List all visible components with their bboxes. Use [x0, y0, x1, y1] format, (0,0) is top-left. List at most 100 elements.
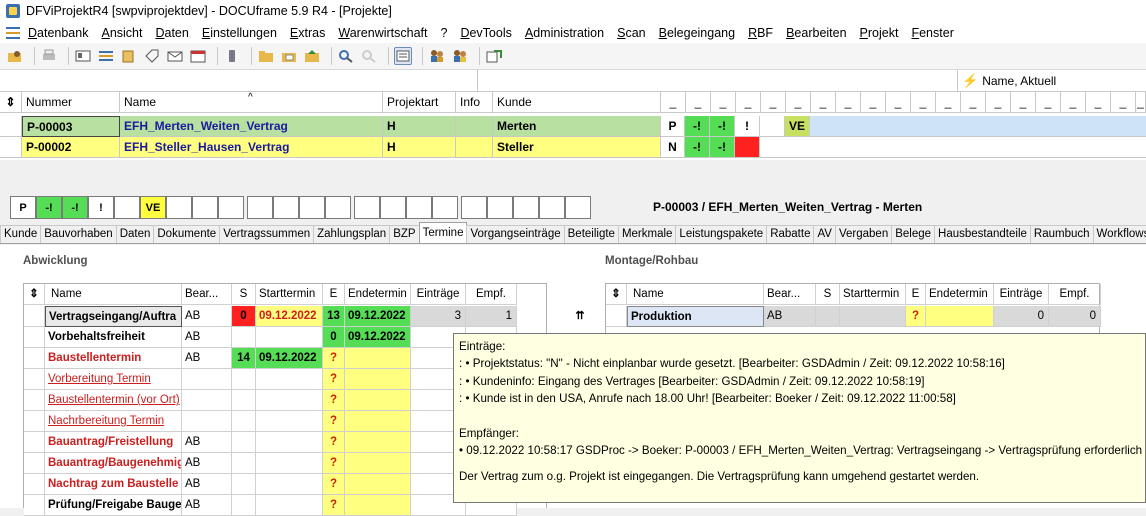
menu-belegeingang[interactable]: Belegeingang	[659, 26, 735, 40]
row-name[interactable]: Vorbereitung Termin	[45, 369, 182, 390]
print-icon[interactable]	[40, 47, 58, 65]
row-bearbeiter[interactable]	[182, 390, 232, 411]
row-status-2[interactable]: -!	[685, 137, 710, 158]
row-bearbeiter[interactable]: AB	[182, 495, 232, 516]
col-header-endetermin[interactable]: Endetermin	[926, 284, 994, 305]
status-box[interactable]	[247, 196, 273, 219]
row-status-3[interactable]: -!	[710, 137, 735, 158]
layout-icon[interactable]	[394, 47, 412, 65]
row-e[interactable]: ?	[323, 411, 345, 432]
col-header-starttermin[interactable]: Starttermin	[256, 284, 323, 305]
status-box[interactable]	[325, 196, 351, 219]
tab-vertragssummen[interactable]: Vertragssummen	[219, 225, 315, 243]
col-header-starttermin[interactable]: Starttermin	[840, 284, 906, 305]
status-column-header[interactable]: _	[786, 92, 811, 113]
menu-administration[interactable]: Administration	[525, 26, 604, 40]
row-end[interactable]	[345, 411, 411, 432]
row-start[interactable]	[256, 453, 323, 474]
row-name[interactable]: Bauantrag/Baugenehmig	[45, 453, 182, 474]
col-header-name[interactable]: Name	[45, 284, 182, 305]
tab-termine[interactable]: Termine	[418, 222, 468, 243]
table-sort-toggle[interactable]: ⇕	[24, 284, 45, 305]
status-box[interactable]: !	[88, 196, 114, 219]
row-bearbeiter[interactable]: AB	[182, 348, 232, 369]
row-s[interactable]	[232, 369, 256, 390]
col-header-endetermin[interactable]: Endetermin	[345, 284, 411, 305]
folder-person-icon[interactable]	[6, 47, 24, 65]
row-eintraege[interactable]: 3	[411, 306, 466, 327]
row-empf[interactable]: 0	[1049, 306, 1101, 327]
col-header-e[interactable]: E	[906, 284, 926, 305]
row-start[interactable]: 09.12.2022	[256, 348, 323, 369]
status-column-header[interactable]: _	[686, 92, 711, 113]
menu-ansicht[interactable]: Ansicht	[101, 26, 142, 40]
row-name[interactable]: Prüfung/Freigabe Bauge	[45, 495, 182, 516]
tab-bzp[interactable]: BZP	[389, 225, 420, 243]
status-column-header[interactable]: _	[736, 92, 761, 113]
row-end[interactable]	[345, 390, 411, 411]
col-header-bearbeiter[interactable]: Bear...	[764, 284, 816, 305]
row-selector[interactable]	[24, 390, 45, 411]
menu-rbf[interactable]: RBF	[748, 26, 773, 40]
status-column-header[interactable]: _	[1011, 92, 1036, 113]
row-end[interactable]	[345, 369, 411, 390]
status-box[interactable]: P	[10, 196, 36, 219]
status-box[interactable]	[539, 196, 565, 219]
card-icon[interactable]	[74, 47, 92, 65]
row-selector[interactable]	[24, 306, 45, 327]
row-e[interactable]: ?	[323, 453, 345, 474]
row-start[interactable]	[256, 390, 323, 411]
row-e[interactable]: ?	[323, 390, 345, 411]
tab-dokumente[interactable]: Dokumente	[153, 225, 221, 243]
tab-av[interactable]: AV	[813, 225, 836, 243]
row-bearbeiter[interactable]: AB	[182, 453, 232, 474]
row-empf[interactable]: 1	[466, 306, 517, 327]
row-s[interactable]: 14	[232, 348, 256, 369]
export-icon[interactable]	[485, 47, 503, 65]
table-sort-toggle[interactable]: ⇕	[606, 284, 627, 305]
status-box[interactable]: -!	[62, 196, 88, 219]
menu-einstellungen[interactable]: Einstellungen	[202, 26, 277, 40]
row-end[interactable]: 09.12.2022	[345, 327, 411, 348]
status-column-header[interactable]: _	[761, 92, 786, 113]
status-box[interactable]: -!	[36, 196, 62, 219]
row-name[interactable]: EFH_Steller_Hausen_Vertrag	[120, 137, 383, 158]
move-top-icon[interactable]: ⇈	[573, 308, 587, 322]
status-column-header[interactable]: _	[1061, 92, 1086, 113]
row-name[interactable]: Vertragseingang/Auftra	[45, 306, 182, 327]
row-status-2[interactable]: -!	[685, 116, 710, 137]
row-name[interactable]: Baustellentermin (vor Ort)	[45, 390, 182, 411]
status-column-header[interactable]: _	[836, 92, 861, 113]
row-nummer[interactable]: P-00003	[22, 116, 120, 137]
status-column-header[interactable]: _	[711, 92, 736, 113]
row-s[interactable]: 0	[232, 306, 256, 327]
row-selector[interactable]	[24, 369, 45, 390]
row-start[interactable]	[256, 411, 323, 432]
row-status-6[interactable]: VE	[785, 116, 810, 137]
folder-mail-icon[interactable]	[280, 47, 298, 65]
row-bearbeiter[interactable]: AB	[182, 306, 232, 327]
row-name[interactable]: Vorbehaltsfreiheit	[45, 327, 182, 348]
row-e[interactable]: 0	[323, 327, 345, 348]
status-box[interactable]	[432, 196, 458, 219]
tab-rabatte[interactable]: Rabatte	[766, 225, 815, 243]
table-row[interactable]: Vertragseingang/Auftra AB 0 09.12.2022 13 09.…	[24, 306, 548, 327]
status-column-header[interactable]: _	[1036, 92, 1061, 113]
row-name[interactable]: Nachrbereitung Termin	[45, 411, 182, 432]
row-e[interactable]: ?	[323, 348, 345, 369]
status-column-header[interactable]: _	[886, 92, 911, 113]
sort-selector[interactable]: ⚡ Name, Aktuell	[962, 73, 1056, 89]
archive-icon[interactable]	[120, 47, 138, 65]
row-selector[interactable]	[24, 495, 45, 516]
menu-scan[interactable]: Scan	[617, 26, 646, 40]
row-info[interactable]	[456, 116, 493, 137]
menu-datenbank[interactable]: Datenbank	[28, 26, 88, 40]
tab-raumbuch[interactable]: Raumbuch	[1029, 225, 1094, 243]
row-bearbeiter[interactable]	[182, 411, 232, 432]
row-nummer[interactable]: P-00002	[22, 137, 120, 158]
mail-icon[interactable]	[166, 47, 184, 65]
menu-fenster[interactable]: Fenster	[911, 26, 953, 40]
row-end[interactable]	[926, 306, 994, 327]
row-end[interactable]	[345, 474, 411, 495]
row-kunde[interactable]: Steller	[493, 137, 661, 158]
